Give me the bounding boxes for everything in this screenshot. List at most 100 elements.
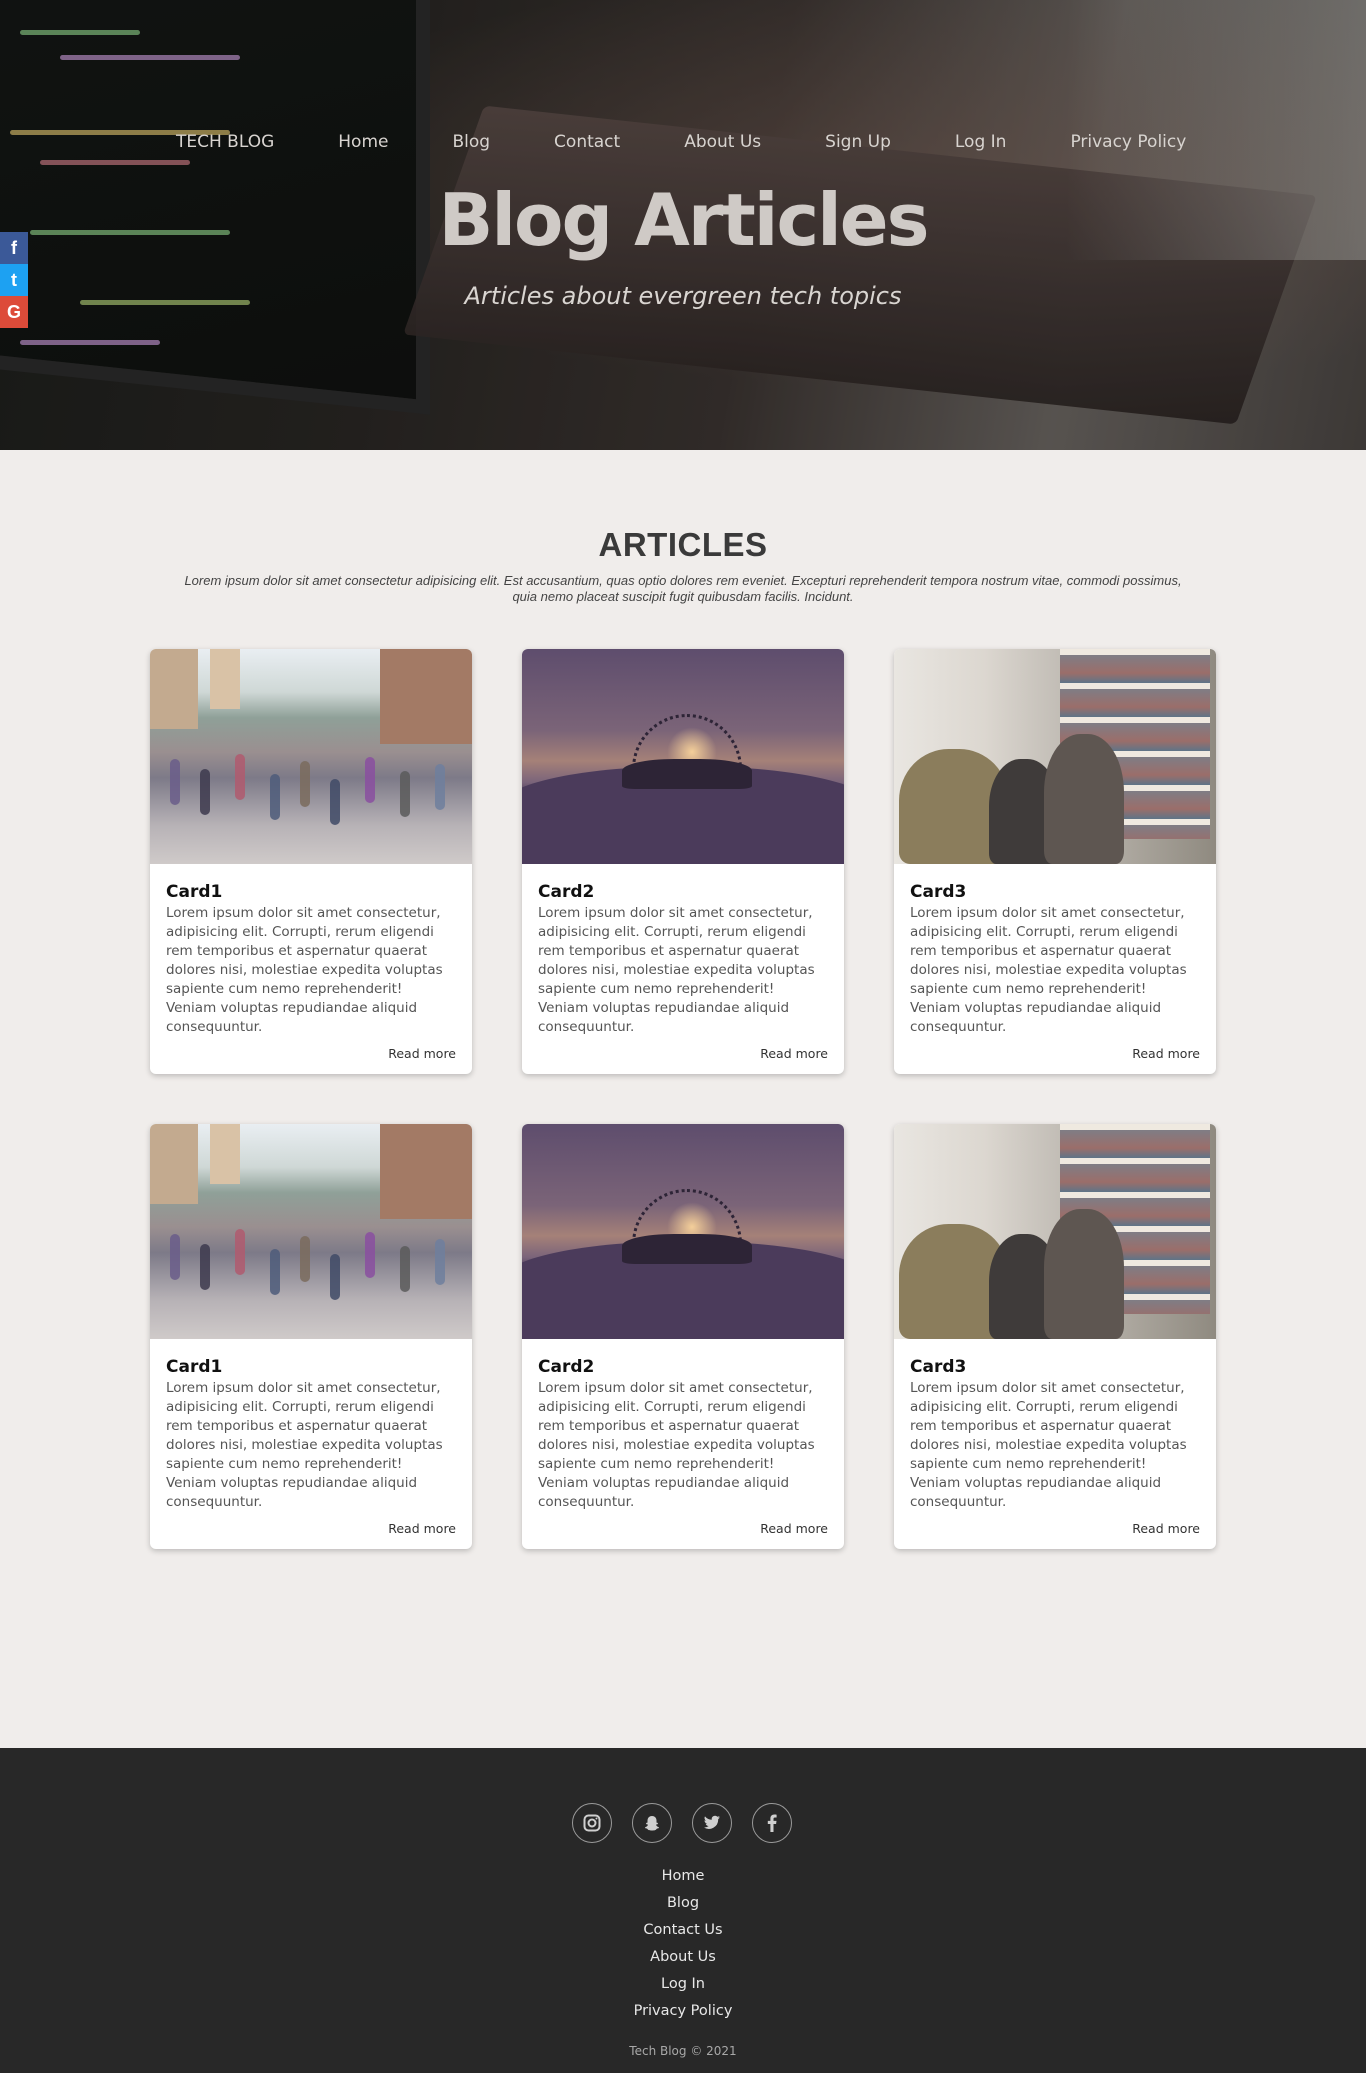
- articles-intro: Lorem ipsum dolor sit amet consectetur a…: [184, 573, 1182, 604]
- footer-link-home[interactable]: Home: [0, 1863, 1366, 1890]
- article-card: Card3 Lorem ipsum dolor sit amet consect…: [894, 1124, 1216, 1549]
- library-study-image: [894, 649, 1216, 864]
- facebook-glyph: [767, 1814, 777, 1832]
- image-person: [330, 1254, 340, 1300]
- image-person: [235, 1229, 245, 1275]
- article-card: Card2 Lorem ipsum dolor sit amet consect…: [522, 649, 844, 1074]
- crowd-street-image: [150, 1124, 472, 1339]
- hero-title: Blog Articles: [438, 178, 929, 262]
- instagram-glyph: [583, 1814, 601, 1832]
- twitter-glyph: [703, 1815, 720, 1829]
- image-building: [150, 649, 198, 729]
- image-building: [150, 1124, 198, 1204]
- library-study-image: [894, 1124, 1216, 1339]
- article-card: Card1 Lorem ipsum dolor sit amet consect…: [150, 1124, 472, 1549]
- image-person: [170, 1234, 180, 1280]
- card-text: Lorem ipsum dolor sit amet consectetur, …: [538, 905, 815, 1035]
- brand-link[interactable]: TECH BLOG: [176, 132, 274, 152]
- footer-link-about-us[interactable]: About Us: [0, 1944, 1366, 1971]
- facebook-icon[interactable]: [752, 1803, 792, 1843]
- image-building: [380, 1124, 472, 1219]
- footer-nav: Home Blog Contact Us About Us Log In Pri…: [0, 1863, 1366, 2025]
- image-person: [365, 757, 375, 803]
- card-body: Card3 Lorem ipsum dolor sit amet consect…: [894, 864, 1216, 1074]
- image-building: [210, 649, 240, 709]
- twitter-icon[interactable]: [692, 1803, 732, 1843]
- card-body: Card3 Lorem ipsum dolor sit amet consect…: [894, 1339, 1216, 1549]
- card-title: Card1: [166, 1357, 223, 1377]
- card-text: Lorem ipsum dolor sit amet consectetur, …: [166, 905, 443, 1035]
- image-person: [300, 1236, 310, 1282]
- nav-link-contact[interactable]: Contact: [554, 132, 620, 152]
- nav-link-about-us[interactable]: About Us: [684, 132, 761, 152]
- article-card: Card1 Lorem ipsum dolor sit amet consect…: [150, 649, 472, 1074]
- snapchat-icon[interactable]: [632, 1803, 672, 1843]
- image-person: [435, 1239, 445, 1285]
- footer-social-icons: [572, 1803, 792, 1843]
- image-person: [300, 761, 310, 807]
- image-person: [270, 1249, 280, 1295]
- card-title: Card2: [538, 1357, 595, 1377]
- sunset-hill-image: [522, 649, 844, 864]
- crowd-street-image: [150, 649, 472, 864]
- image-person: [435, 764, 445, 810]
- image-person: [200, 769, 210, 815]
- google-share-icon[interactable]: G: [0, 296, 28, 328]
- nav-link-home[interactable]: Home: [338, 132, 388, 152]
- image-building: [380, 649, 472, 744]
- footer-link-log-in[interactable]: Log In: [0, 1971, 1366, 1998]
- nav-link-sign-up[interactable]: Sign Up: [825, 132, 891, 152]
- image-person: [1044, 734, 1124, 864]
- copyright-text: Tech Blog © 2021: [629, 2044, 737, 2058]
- footer-link-contact-us[interactable]: Contact Us: [0, 1917, 1366, 1944]
- article-card: Card2 Lorem ipsum dolor sit amet consect…: [522, 1124, 844, 1549]
- footer-link-privacy-policy[interactable]: Privacy Policy: [0, 1998, 1366, 2025]
- image-person: [400, 1246, 410, 1292]
- image-person: [235, 754, 245, 800]
- nav-link-log-in[interactable]: Log In: [955, 132, 1007, 152]
- read-more-link[interactable]: Read more: [1132, 1521, 1200, 1536]
- card-title: Card3: [910, 882, 967, 902]
- image-person: [365, 1232, 375, 1278]
- site-footer: Home Blog Contact Us About Us Log In Pri…: [0, 1748, 1366, 2073]
- nav-link-privacy-policy[interactable]: Privacy Policy: [1070, 132, 1186, 152]
- card-text: Lorem ipsum dolor sit amet consectetur, …: [910, 1380, 1187, 1510]
- image-silhouettes: [622, 1234, 752, 1264]
- article-card: Card3 Lorem ipsum dolor sit amet consect…: [894, 649, 1216, 1074]
- sunset-hill-image: [522, 1124, 844, 1339]
- card-title: Card2: [538, 882, 595, 902]
- share-sidebar: f t G: [0, 232, 28, 328]
- read-more-link[interactable]: Read more: [760, 1521, 828, 1536]
- read-more-link[interactable]: Read more: [1132, 1046, 1200, 1061]
- card-title: Card3: [910, 1357, 967, 1377]
- card-body: Card1 Lorem ipsum dolor sit amet consect…: [150, 1339, 472, 1549]
- image-person: [170, 759, 180, 805]
- read-more-link[interactable]: Read more: [388, 1046, 456, 1061]
- hero-banner: TECH BLOG Home Blog Contact About Us Sig…: [0, 0, 1366, 450]
- instagram-icon[interactable]: [572, 1803, 612, 1843]
- image-building: [210, 1124, 240, 1184]
- facebook-share-icon[interactable]: f: [0, 232, 28, 264]
- image-person: [1044, 1209, 1124, 1339]
- twitter-share-icon[interactable]: t: [0, 264, 28, 296]
- card-body: Card2 Lorem ipsum dolor sit amet consect…: [522, 1339, 844, 1549]
- hero-subtitle: Articles about evergreen tech topics: [464, 282, 902, 310]
- footer-link-blog[interactable]: Blog: [0, 1890, 1366, 1917]
- card-text: Lorem ipsum dolor sit amet consectetur, …: [538, 1380, 815, 1510]
- top-nav: TECH BLOG Home Blog Contact About Us Sig…: [176, 132, 1186, 152]
- image-person: [270, 774, 280, 820]
- read-more-link[interactable]: Read more: [760, 1046, 828, 1061]
- card-body: Card1 Lorem ipsum dolor sit amet consect…: [150, 864, 472, 1074]
- image-person: [200, 1244, 210, 1290]
- card-text: Lorem ipsum dolor sit amet consectetur, …: [166, 1380, 443, 1510]
- articles-heading: ARTICLES: [598, 526, 768, 563]
- card-text: Lorem ipsum dolor sit amet consectetur, …: [910, 905, 1187, 1035]
- nav-link-blog[interactable]: Blog: [452, 132, 490, 152]
- read-more-link[interactable]: Read more: [388, 1521, 456, 1536]
- image-person: [330, 779, 340, 825]
- image-person: [400, 771, 410, 817]
- card-title: Card1: [166, 882, 223, 902]
- image-silhouettes: [622, 759, 752, 789]
- card-body: Card2 Lorem ipsum dolor sit amet consect…: [522, 864, 844, 1074]
- snapchat-glyph: [645, 1816, 659, 1831]
